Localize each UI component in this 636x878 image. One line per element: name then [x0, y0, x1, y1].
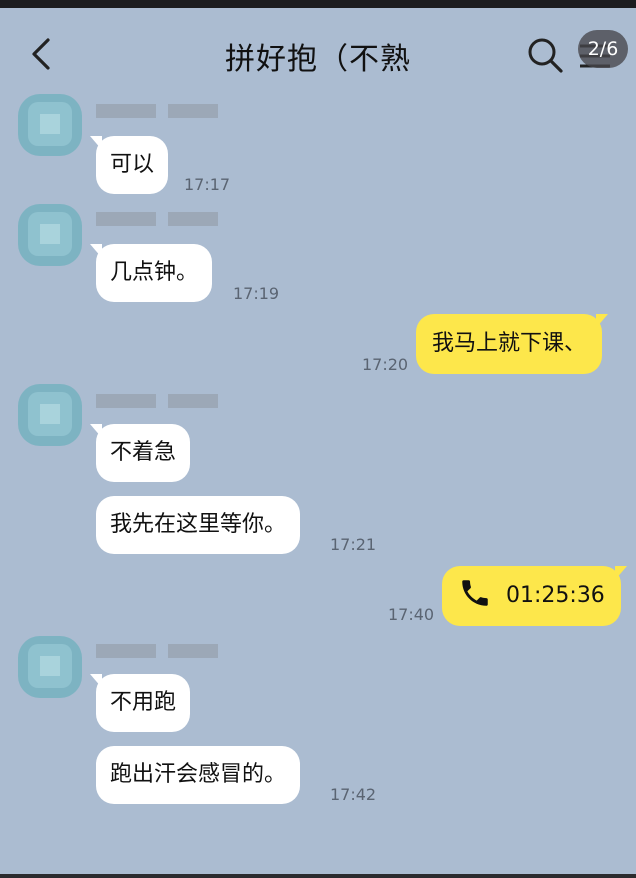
search-icon[interactable]: [524, 34, 566, 76]
message-time: 17:21: [330, 535, 377, 554]
message-time: 17:20: [362, 355, 409, 374]
message-bubble[interactable]: 不用跑: [89, 674, 191, 732]
message-bubble[interactable]: 几点钟。: [89, 244, 213, 302]
message-bubble[interactable]: 不着急: [89, 424, 191, 482]
bottom-edge: [0, 874, 636, 878]
message-bubble[interactable]: 跑出汗会感冒的。: [96, 746, 301, 804]
avatar[interactable]: [18, 636, 82, 698]
message-time: 17:40: [388, 605, 435, 624]
avatar[interactable]: [18, 204, 82, 266]
message-bubble[interactable]: 我先在这里等你。: [96, 496, 301, 554]
my-message-bubble[interactable]: 我马上就下课、: [416, 314, 609, 374]
message-time: 17:19: [233, 284, 280, 303]
message-time: 17:17: [184, 175, 231, 194]
voice-call-bubble[interactable]: 01:25:36: [442, 566, 627, 626]
avatar[interactable]: [18, 94, 82, 156]
status-bar: [0, 0, 636, 8]
page-indicator: 2/6: [578, 30, 628, 68]
avatar[interactable]: [18, 384, 82, 446]
chat-header: 拼好抱（不熟 2/6: [0, 8, 636, 96]
message-bubble[interactable]: 可以: [89, 136, 169, 194]
call-duration: 01:25:36: [506, 583, 605, 608]
message-time: 17:42: [330, 785, 377, 804]
phone-icon: [462, 580, 488, 606]
